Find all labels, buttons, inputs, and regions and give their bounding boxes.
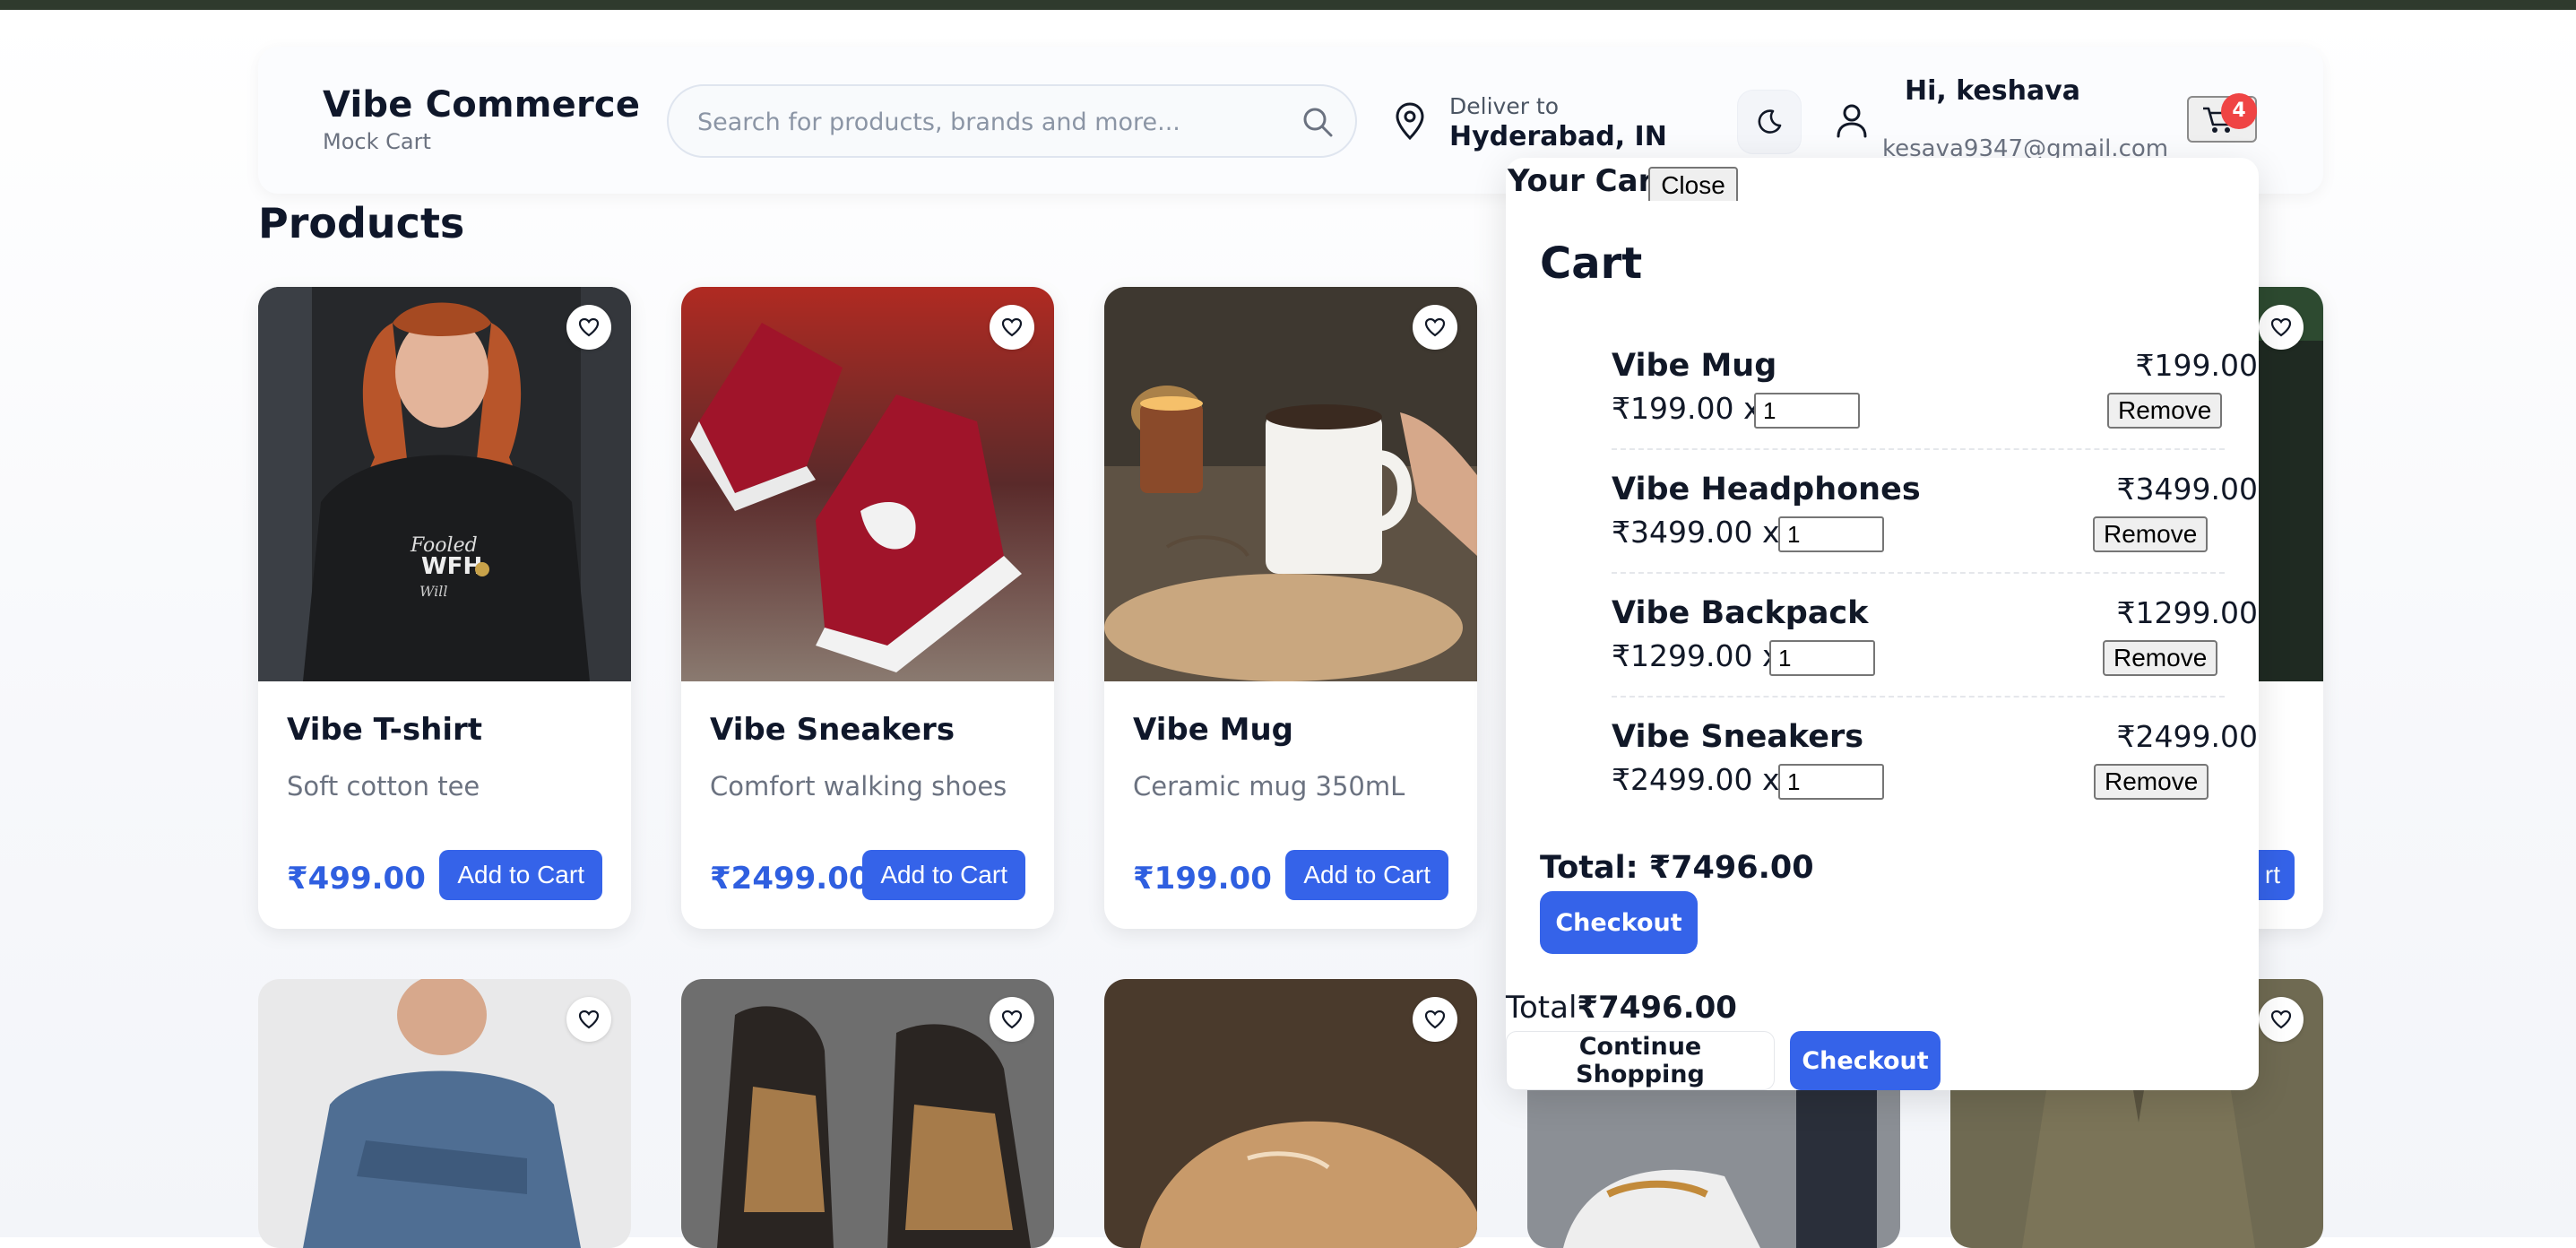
close-cart-button[interactable]: Close <box>1648 167 1738 204</box>
svg-text:WFH: WFH <box>421 553 482 580</box>
remove-item-button[interactable]: Remove <box>2103 640 2218 676</box>
remove-item-button[interactable]: Remove <box>2107 393 2223 429</box>
location-pin-icon <box>1396 102 1424 141</box>
svg-text:Will: Will <box>419 583 448 600</box>
remove-item-button[interactable]: Remove <box>2093 516 2209 552</box>
cart-item-unit-price: ₹3499.00 x <box>1612 515 1780 550</box>
wishlist-button[interactable] <box>2259 305 2304 350</box>
moon-icon <box>1758 109 1782 134</box>
deliver-label: Deliver to <box>1449 93 1560 119</box>
cart-item-total: ₹1299.00 <box>2116 595 2258 630</box>
product-description: Soft cotton tee <box>287 771 480 802</box>
cart-total: Total: ₹7496.00 <box>1540 850 1814 886</box>
heart-icon <box>1001 317 1023 337</box>
cart-drawer-title: Your Cart <box>1508 163 1668 199</box>
heart-icon <box>2270 1010 2292 1029</box>
footer-total-label: Total <box>1506 990 1578 1026</box>
add-to-cart-button[interactable]: Add to Cart <box>862 850 1025 900</box>
cart-item-unit-price: ₹2499.00 x <box>1612 762 1780 797</box>
cart-count-badge: 4 <box>2221 93 2257 129</box>
heart-icon <box>1001 1010 1023 1029</box>
brand-subtitle: Mock Cart <box>323 129 431 154</box>
wishlist-button[interactable] <box>566 305 611 350</box>
search-input[interactable] <box>696 86 1273 158</box>
product-name: Vibe T-shirt <box>287 712 483 748</box>
heart-icon <box>578 1010 600 1029</box>
product-price: ₹2499.00 <box>710 861 870 897</box>
product-name: Vibe Sneakers <box>710 712 955 748</box>
cart-item-total: ₹2499.00 <box>2116 719 2258 754</box>
cart-item-divider <box>1612 448 2225 450</box>
wishlist-button[interactable] <box>990 305 1034 350</box>
wishlist-button[interactable] <box>990 997 1034 1042</box>
cart-item-name: Vibe Mug <box>1612 348 1777 384</box>
search-bar[interactable] <box>667 84 1357 158</box>
wishlist-button[interactable] <box>1413 997 1457 1042</box>
product-name: Vibe Mug <box>1133 712 1293 748</box>
cart-item-name: Vibe Headphones <box>1612 472 1921 507</box>
heart-icon <box>578 317 600 337</box>
wishlist-button[interactable] <box>1413 305 1457 350</box>
product-card[interactable]: Fooled WFH Will Vibe T-shirt Soft cotton… <box>258 287 631 929</box>
product-description: Comfort walking shoes <box>710 771 1007 802</box>
remove-item-button[interactable]: Remove <box>2094 764 2209 800</box>
cart-heading: Cart <box>1540 238 1643 289</box>
cart-item-total: ₹3499.00 <box>2116 472 2258 507</box>
product-price: ₹499.00 <box>287 861 426 897</box>
brand-title: Vibe Commerce <box>323 84 641 126</box>
browser-top-strip <box>0 0 2576 10</box>
cart-item-unit-price: ₹1299.00 x <box>1612 638 1780 673</box>
checkout-button[interactable]: Checkout <box>1540 891 1698 954</box>
drawer-footer-total: Total₹7496.00 <box>1506 990 1737 1026</box>
cart-item-unit-price: ₹199.00 x <box>1612 391 1761 426</box>
product-card[interactable]: Vibe Sneakers Comfort walking shoes ₹249… <box>681 287 1054 929</box>
cart-item-qty-input[interactable] <box>1754 393 1860 429</box>
user-greeting: Hi, keshava <box>1905 75 2080 107</box>
wishlist-button[interactable] <box>566 997 611 1042</box>
product-image-tshirt: Fooled WFH Will <box>258 287 631 681</box>
cart-item-qty-input[interactable] <box>1778 764 1884 800</box>
product-card[interactable] <box>258 979 631 1248</box>
product-price: ₹199.00 <box>1133 861 1272 897</box>
cart-item-qty-input[interactable] <box>1769 640 1875 676</box>
continue-shopping-button[interactable]: Continue Shopping <box>1506 1031 1775 1090</box>
user-icon[interactable] <box>1836 102 1868 138</box>
wishlist-button[interactable] <box>2259 997 2304 1042</box>
cart-item-name: Vibe Sneakers <box>1612 719 1864 755</box>
deliver-to[interactable]: Deliver to Hyderabad, IN <box>1449 93 1667 152</box>
cart-item-divider <box>1612 696 2225 698</box>
product-description: Ceramic mug 350mL <box>1133 771 1405 802</box>
search-icon[interactable] <box>1301 106 1334 138</box>
cart-item-qty-input[interactable] <box>1778 516 1884 552</box>
heart-icon <box>2270 317 2292 337</box>
heart-icon <box>1424 1010 1446 1029</box>
product-image-sneakers <box>681 287 1054 681</box>
add-to-cart-button[interactable]: Add to Cart <box>439 850 602 900</box>
product-card[interactable]: Vibe Mug Ceramic mug 350mL ₹199.00 Add t… <box>1104 287 1477 929</box>
heart-icon <box>1424 317 1446 337</box>
footer-total-value: ₹7496.00 <box>1577 990 1737 1026</box>
product-card[interactable] <box>1104 979 1477 1248</box>
theme-toggle-button[interactable] <box>1737 90 1802 154</box>
footer-checkout-button[interactable]: Checkout <box>1790 1031 1941 1090</box>
product-card[interactable] <box>681 979 1054 1248</box>
product-image-mug <box>1104 287 1477 681</box>
cart-item-total: ₹199.00 <box>2135 348 2258 383</box>
deliver-location: Hyderabad, IN <box>1449 121 1667 152</box>
cart-item-divider <box>1612 572 2225 574</box>
add-to-cart-button[interactable]: Add to Cart <box>1285 850 1448 900</box>
cart-item-name: Vibe Backpack <box>1612 595 1869 631</box>
products-heading: Products <box>258 199 465 247</box>
brand[interactable]: Vibe Commerce Mock Cart <box>323 84 640 154</box>
